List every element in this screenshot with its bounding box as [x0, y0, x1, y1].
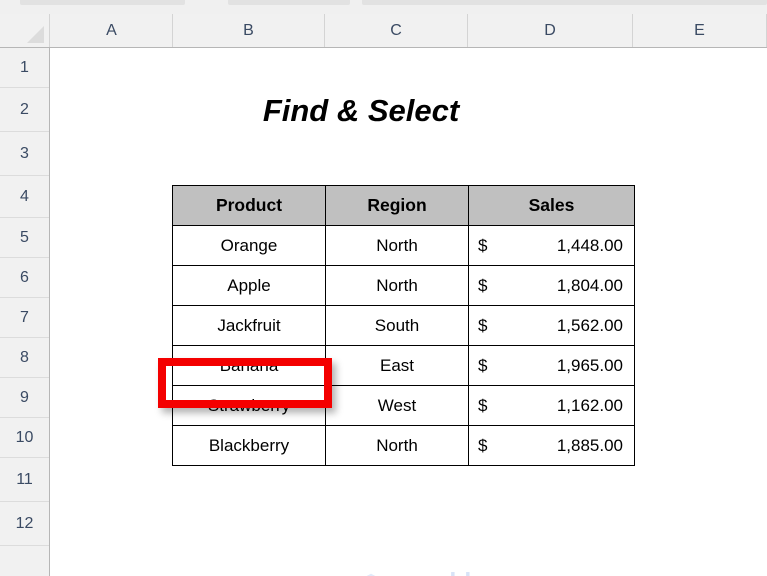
- column-header-b[interactable]: B: [173, 14, 325, 47]
- table-header-row: Product Region Sales: [172, 185, 635, 226]
- currency-symbol: $: [478, 356, 488, 375]
- ribbon-chunk: [20, 0, 185, 5]
- column-header-region: Region: [325, 185, 469, 226]
- row-header-1[interactable]: 1: [0, 48, 49, 88]
- page-title: Find & Select: [262, 93, 460, 128]
- ribbon-chunk: [362, 0, 767, 5]
- row-header-9[interactable]: 9: [0, 378, 49, 418]
- row-header-7[interactable]: 7: [0, 298, 49, 338]
- table-row: Banana East $1,965.00: [172, 345, 635, 386]
- column-header-bar: ABCDE: [0, 14, 767, 48]
- row-header-12[interactable]: 12: [0, 502, 49, 546]
- column-header-e[interactable]: E: [633, 14, 767, 47]
- sales-amount: 1,965.00: [556, 356, 623, 375]
- excel-worksheet-screenshot: ABCDE 1 2 3 4 5 6 7 8 9 10 11 12 Find & Select Prod…: [0, 0, 767, 576]
- row-header-10[interactable]: 10: [0, 418, 49, 458]
- table-row: Apple North $1,804.00: [172, 265, 635, 306]
- sales-amount: 1,562.00: [556, 316, 623, 335]
- cell-sales[interactable]: $1,448.00: [468, 225, 635, 266]
- row-header-3[interactable]: 3: [0, 132, 49, 176]
- currency-symbol: $: [478, 236, 488, 255]
- cell-sales[interactable]: $1,965.00: [468, 345, 635, 386]
- table-row: Jackfruit South $1,562.00: [172, 305, 635, 346]
- row-header-4[interactable]: 4: [0, 176, 49, 218]
- cell-region[interactable]: East: [325, 345, 469, 386]
- row-header-6[interactable]: 6: [0, 258, 49, 298]
- cell-region[interactable]: North: [325, 425, 469, 466]
- cell-region[interactable]: North: [325, 225, 469, 266]
- watermark-brand: exceldemy: [395, 570, 520, 576]
- cell-product[interactable]: Blackberry: [172, 425, 326, 466]
- cell-sales[interactable]: $1,804.00: [468, 265, 635, 306]
- row-header-2[interactable]: 2: [0, 88, 49, 132]
- sales-data-table: Product Region Sales Orange North $1,448.0…: [172, 185, 635, 466]
- sales-amount: 1,448.00: [556, 236, 623, 255]
- worksheet-grid[interactable]: Find & Select Product Region Sales Orang…: [51, 48, 767, 576]
- sales-amount: 1,804.00: [556, 276, 623, 295]
- currency-symbol: $: [478, 316, 488, 335]
- currency-symbol: $: [478, 276, 488, 295]
- sales-amount: 1,885.00: [556, 436, 623, 455]
- row-header-11[interactable]: 11: [0, 458, 49, 502]
- exceldemy-watermark: exceldemy EXCEL · DATA · BI: [354, 570, 520, 576]
- select-all-triangle-icon: [27, 26, 44, 43]
- cell-region[interactable]: South: [325, 305, 469, 346]
- cell-product[interactable]: Apple: [172, 265, 326, 306]
- select-all-corner-button[interactable]: [0, 14, 50, 47]
- cell-region[interactable]: North: [325, 265, 469, 306]
- ribbon-chunk: [228, 0, 350, 5]
- cell-product[interactable]: Banana: [172, 345, 326, 386]
- row-header-5[interactable]: 5: [0, 218, 49, 258]
- column-header-d[interactable]: D: [468, 14, 633, 47]
- table-row: Strawberry West $1,162.00: [172, 385, 635, 426]
- sales-amount: 1,162.00: [556, 396, 623, 415]
- row-header-8[interactable]: 8: [0, 338, 49, 378]
- exceldemy-logo-icon: [366, 573, 376, 576]
- cell-region[interactable]: West: [325, 385, 469, 426]
- column-header-sales: Sales: [468, 185, 635, 226]
- cell-product[interactable]: Strawberry: [172, 385, 326, 426]
- cell-sales[interactable]: $1,885.00: [468, 425, 635, 466]
- ribbon-remnant-strip: [0, 0, 767, 14]
- table-row: Blackberry North $1,885.00: [172, 425, 635, 466]
- column-header-product: Product: [172, 185, 326, 226]
- cell-sales[interactable]: $1,562.00: [468, 305, 635, 346]
- currency-symbol: $: [478, 396, 488, 415]
- cell-product[interactable]: Orange: [172, 225, 326, 266]
- column-header-c[interactable]: C: [325, 14, 468, 47]
- table-row: Orange North $1,448.00: [172, 225, 635, 266]
- column-header-a[interactable]: A: [51, 14, 173, 47]
- row-header-column: 1 2 3 4 5 6 7 8 9 10 11 12: [0, 48, 50, 576]
- currency-symbol: $: [478, 436, 488, 455]
- cell-product[interactable]: Jackfruit: [172, 305, 326, 346]
- cell-sales[interactable]: $1,162.00: [468, 385, 635, 426]
- watermark-text: exceldemy EXCEL · DATA · BI: [395, 570, 520, 576]
